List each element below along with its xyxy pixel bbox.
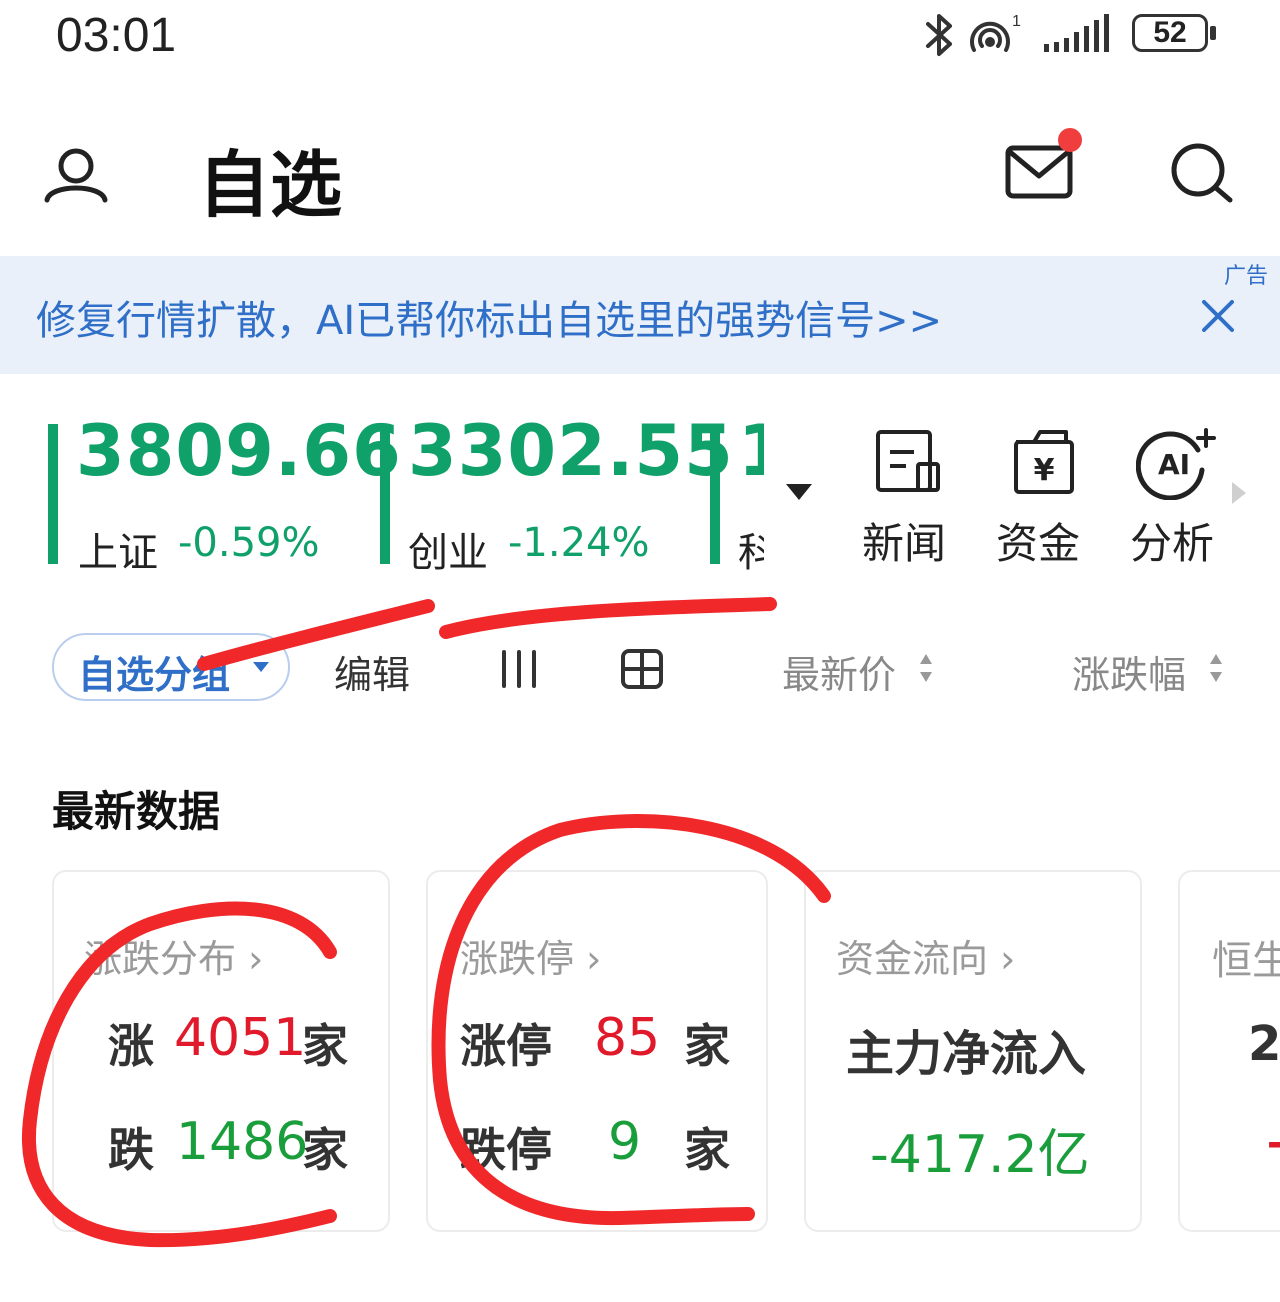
chevron-down-icon[interactable] — [252, 660, 270, 674]
columns-icon[interactable] — [500, 650, 540, 688]
limit-down-unit: 家 — [684, 1123, 730, 1177]
main-net-inflow-value: -417.2亿 — [870, 1125, 1090, 1185]
edit-button[interactable]: 编辑 — [334, 644, 410, 699]
index-change-shanghai: -0.59% — [178, 520, 320, 566]
hang-seng-change: + — [1264, 1116, 1280, 1172]
index-name-star: 科 — [738, 530, 764, 570]
sort-price-icon[interactable] — [918, 652, 934, 684]
quick-link-analysis[interactable]: 分析 — [1130, 510, 1214, 571]
close-icon[interactable] — [1198, 296, 1238, 336]
search-icon[interactable] — [1168, 140, 1238, 206]
user-icon[interactable] — [42, 146, 110, 204]
ad-tag: 广告 — [1224, 264, 1269, 289]
hang-seng-value: 25 — [1248, 1016, 1280, 1072]
svg-text:1: 1 — [1012, 13, 1021, 30]
card-hang-seng-title[interactable]: 恒生 — [1212, 928, 1280, 986]
ai-icon[interactable]: AI — [1136, 426, 1218, 500]
index-change-chinext: -1.24% — [508, 520, 650, 566]
grid-icon[interactable] — [620, 648, 664, 690]
fund-icon[interactable]: ¥ — [1010, 428, 1080, 498]
notification-dot — [1058, 128, 1082, 152]
limit-down-count: 9 — [608, 1112, 642, 1172]
limit-up-unit: 家 — [684, 1019, 730, 1073]
main-net-inflow-label: 主力净流入 — [846, 1026, 1087, 1082]
sort-change-button[interactable]: 涨跌幅 — [1072, 644, 1186, 699]
limit-up-count: 85 — [594, 1008, 661, 1068]
index-value-shanghai[interactable]: 3809.66 — [76, 410, 402, 492]
status-time: 03:01 — [56, 9, 177, 62]
index-name-chinext: 创业 — [408, 530, 488, 576]
index-value-chinext[interactable]: 3302.55 — [408, 410, 734, 492]
index-bar-star — [710, 424, 720, 564]
sort-change-icon[interactable] — [1208, 652, 1224, 684]
signal-icon — [1044, 14, 1109, 52]
rise-label: 涨 — [108, 1019, 154, 1073]
index-value-star: 1 — [738, 410, 764, 492]
limit-down-label: 跌停 — [460, 1123, 552, 1177]
battery-tip — [1210, 26, 1216, 40]
dropdown-triangle-icon[interactable] — [784, 482, 814, 502]
rise-count: 4051 — [174, 1008, 307, 1068]
rise-unit: 家 — [302, 1019, 348, 1073]
svg-text:¥: ¥ — [1034, 453, 1055, 488]
quick-link-news[interactable]: 新闻 — [862, 510, 946, 571]
limit-up-label: 涨停 — [460, 1019, 552, 1073]
page-title: 自选 — [198, 143, 343, 227]
bluetooth-icon — [926, 14, 952, 56]
card-fund-flow-title[interactable]: 资金流向 › — [836, 928, 1015, 983]
fall-unit: 家 — [302, 1123, 348, 1177]
index-name-shanghai: 上证 — [78, 530, 158, 576]
battery-indicator: 52 — [1132, 14, 1208, 52]
quick-link-fund[interactable]: 资金 — [996, 510, 1080, 571]
card-limit-title[interactable]: 涨跌停 › — [460, 928, 601, 983]
ad-text[interactable]: 修复行情扩散，AI已帮你标出自选里的强势信号>> — [36, 288, 942, 346]
fall-count: 1486 — [176, 1112, 309, 1172]
index-bar-shanghai — [48, 424, 58, 564]
card-distribution-title[interactable]: 涨跌分布 › — [84, 928, 263, 983]
section-title: 最新数据 — [52, 787, 221, 836]
sort-price-button[interactable]: 最新价 — [782, 644, 896, 699]
index-star-clip[interactable]: 1 科 — [738, 410, 764, 570]
hotspot-icon — [970, 21, 1010, 52]
group-selector-label[interactable]: 自选分组 — [78, 644, 230, 699]
annotation-underline-2 — [439, 597, 777, 639]
status-icons: 1 — [926, 13, 1109, 56]
index-bar-chinext — [380, 424, 390, 564]
fall-label: 跌 — [108, 1123, 154, 1177]
svg-text:AI: AI — [1158, 448, 1190, 481]
card-hang-seng-clip: 恒生 25 + — [1180, 920, 1280, 1200]
news-icon[interactable] — [874, 430, 944, 496]
chevron-right-icon[interactable] — [1230, 480, 1248, 506]
mail-icon[interactable] — [1004, 122, 1096, 204]
